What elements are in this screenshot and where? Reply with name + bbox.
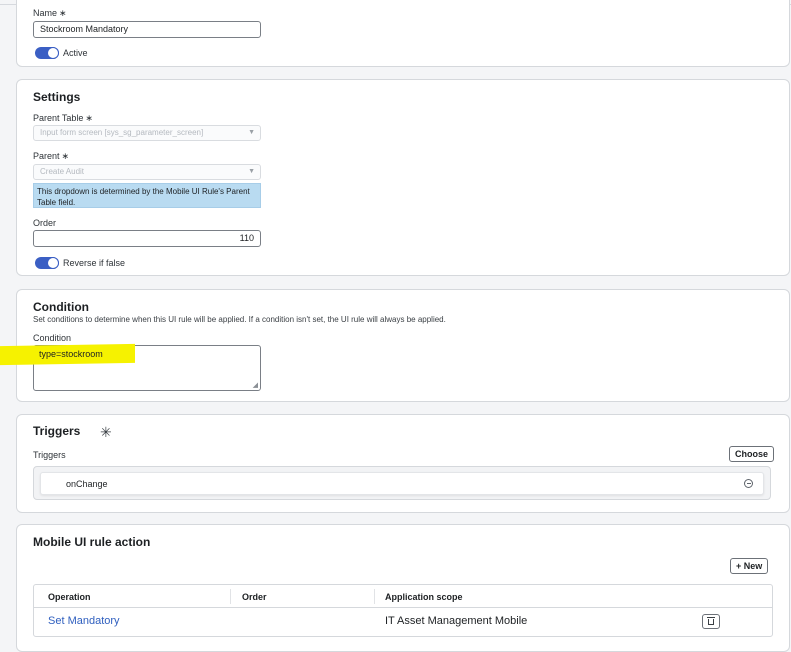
name-input[interactable]: Stockroom Mandatory	[33, 21, 261, 38]
choose-button[interactable]: Choose	[729, 446, 775, 462]
parent-tooltip: This dropdown is determined by the Mobil…	[33, 183, 261, 208]
parent-label: Parent ∗	[33, 151, 69, 162]
chevron-down-icon: ▼	[248, 129, 255, 136]
name-label-text: Name	[33, 8, 58, 18]
active-label: Active	[63, 48, 88, 58]
condition-title: Condition	[33, 300, 89, 314]
remove-circle-icon[interactable]	[744, 479, 753, 488]
chevron-down-icon: ▼	[248, 168, 255, 175]
delete-button[interactable]	[702, 614, 720, 629]
reverse-toggle[interactable]	[35, 257, 59, 269]
column-application-scope[interactable]: Application scope	[385, 592, 463, 602]
required-mark: ∗	[59, 8, 67, 18]
order-input[interactable]: 110	[33, 230, 261, 247]
condition-value: type=stockroom	[39, 349, 103, 359]
actions-card: Mobile UI rule action + New Operation Or…	[16, 524, 790, 652]
column-order[interactable]: Order	[242, 592, 267, 602]
triggers-field-label: Triggers	[33, 450, 66, 460]
trash-icon	[707, 617, 715, 625]
required-mark: ∗	[61, 151, 70, 161]
general-card: Name ∗ Stockroom Mandatory Active	[16, 0, 790, 67]
triggers-card: Triggers ✳ Triggers Choose onChange	[16, 414, 790, 513]
required-asterisk-icon: ✳	[100, 424, 112, 440]
column-operation[interactable]: Operation	[48, 592, 91, 602]
parent-value: Create Audit	[40, 167, 85, 176]
active-toggle[interactable]	[35, 47, 59, 59]
column-divider	[374, 589, 375, 604]
scope-cell: IT Asset Management Mobile	[385, 615, 528, 627]
resize-handle-icon[interactable]: ◢	[253, 381, 258, 389]
parent-table-label: Parent Table ∗	[33, 113, 93, 124]
toggle-knob	[47, 47, 59, 59]
parent-table-value: Input form screen [sys_sg_parameter_scre…	[40, 128, 204, 137]
settings-title: Settings	[33, 90, 81, 104]
parent-label-text: Parent	[33, 151, 60, 161]
reverse-label: Reverse if false	[63, 258, 126, 268]
triggers-list: onChange	[33, 466, 771, 500]
actions-table: Operation Order Application scope Set Ma…	[33, 584, 773, 637]
parent-table-label-text: Parent Table	[33, 113, 84, 123]
operation-link[interactable]: Set Mandatory	[48, 615, 120, 627]
table-header: Operation Order Application scope	[34, 585, 772, 608]
required-mark: ∗	[85, 113, 93, 123]
name-label: Name ∗	[33, 8, 67, 19]
order-label: Order	[33, 218, 57, 228]
new-button[interactable]: + New	[730, 558, 769, 574]
column-divider	[230, 589, 231, 604]
triggers-title: Triggers	[33, 424, 81, 438]
trigger-item-label: onChange	[66, 479, 108, 489]
toggle-knob	[47, 257, 59, 269]
parent-select[interactable]: Create Audit ▼	[33, 164, 261, 180]
trigger-item: onChange	[40, 472, 764, 495]
actions-title: Mobile UI rule action	[33, 535, 151, 549]
parent-table-select[interactable]: Input form screen [sys_sg_parameter_scre…	[33, 125, 261, 141]
condition-description: Set conditions to determine when this UI…	[33, 315, 446, 324]
condition-field-label: Condition	[33, 333, 72, 343]
settings-card: Settings Parent Table ∗ Input form screen…	[16, 79, 790, 276]
